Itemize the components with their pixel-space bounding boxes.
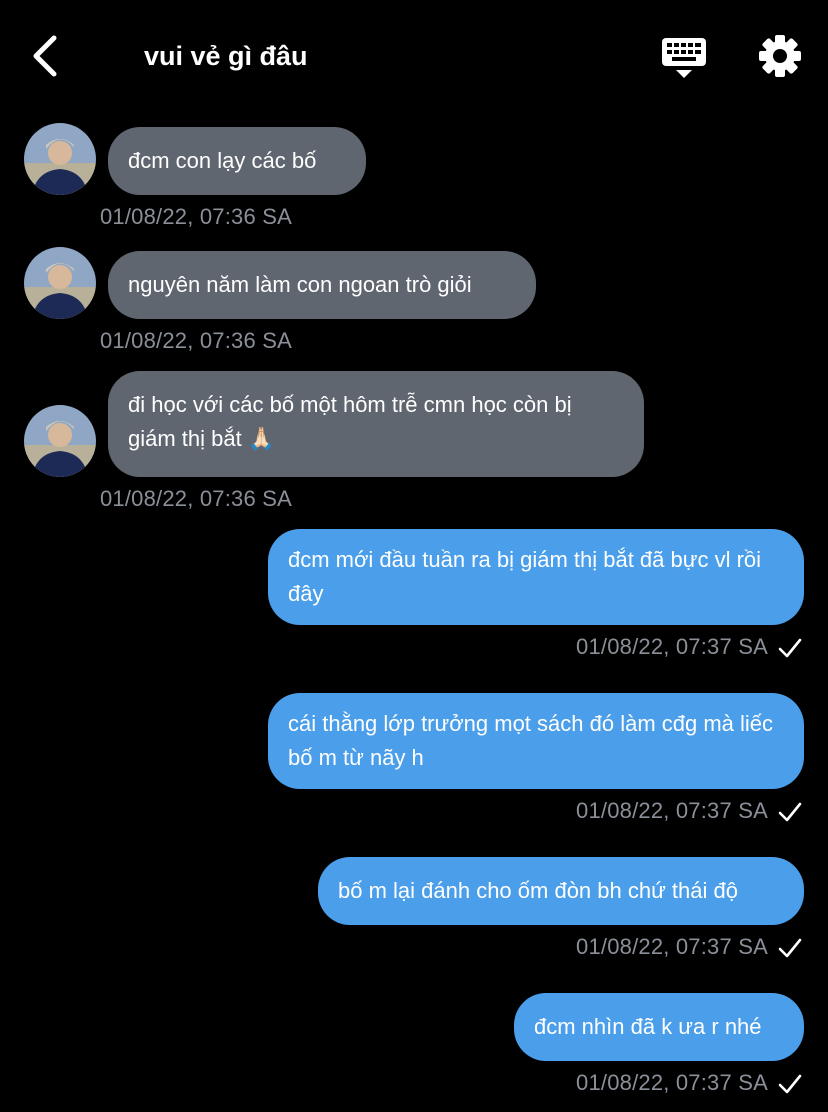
- message-timestamp: 01/08/22, 07:37 SA: [576, 1070, 768, 1095]
- outgoing-message-bubble[interactable]: cái thằng lớp trưởng mọt sách đó làm cđg…: [268, 693, 804, 789]
- incoming-message-bubble[interactable]: đcm con lạy các bố: [108, 127, 366, 195]
- checkmark-icon: [778, 1074, 802, 1094]
- back-button[interactable]: [24, 32, 72, 80]
- message-timestamp: 01/08/22, 07:36 SA: [100, 486, 292, 511]
- avatar-photo-icon: [24, 123, 96, 195]
- gear-icon: [759, 35, 801, 77]
- incoming-message-bubble[interactable]: nguyên năm làm con ngoan trò giỏi: [108, 251, 536, 319]
- keyboard-button[interactable]: [660, 34, 708, 82]
- outgoing-message-bubble[interactable]: đcm mới đầu tuần ra bị giám thị bắt đã b…: [268, 529, 804, 625]
- conversation-title: vui vẻ gì đâu: [144, 41, 308, 71]
- chat-screen: vui vẻ gì đâu đcm con lạy các bố 01/08/2…: [0, 0, 828, 1112]
- settings-button[interactable]: [756, 32, 804, 80]
- avatar-photo-icon: [24, 247, 96, 319]
- contact-avatar[interactable]: [24, 405, 96, 477]
- keyboard-icon: [662, 38, 706, 78]
- chevron-left-icon: [33, 35, 57, 77]
- message-timestamp: 01/08/22, 07:37 SA: [576, 934, 768, 959]
- outgoing-message-bubble[interactable]: bố m lại đánh cho ốm đòn bh chứ thái độ: [318, 857, 804, 925]
- incoming-message-bubble[interactable]: đi học với các bố một hôm trễ cmn học cò…: [108, 371, 644, 477]
- chat-header: vui vẻ gì đâu: [0, 0, 828, 112]
- message-timestamp: 01/08/22, 07:36 SA: [100, 204, 292, 229]
- contact-avatar[interactable]: [24, 123, 96, 195]
- message-timestamp: 01/08/22, 07:36 SA: [100, 328, 292, 353]
- avatar-photo-icon: [24, 405, 96, 477]
- checkmark-icon: [778, 802, 802, 822]
- checkmark-icon: [778, 938, 802, 958]
- outgoing-message-bubble[interactable]: đcm nhìn đã k ưa r nhé: [514, 993, 804, 1061]
- checkmark-icon: [778, 638, 802, 658]
- message-timestamp: 01/08/22, 07:37 SA: [576, 798, 768, 823]
- contact-avatar[interactable]: [24, 247, 96, 319]
- message-timestamp: 01/08/22, 07:37 SA: [576, 634, 768, 659]
